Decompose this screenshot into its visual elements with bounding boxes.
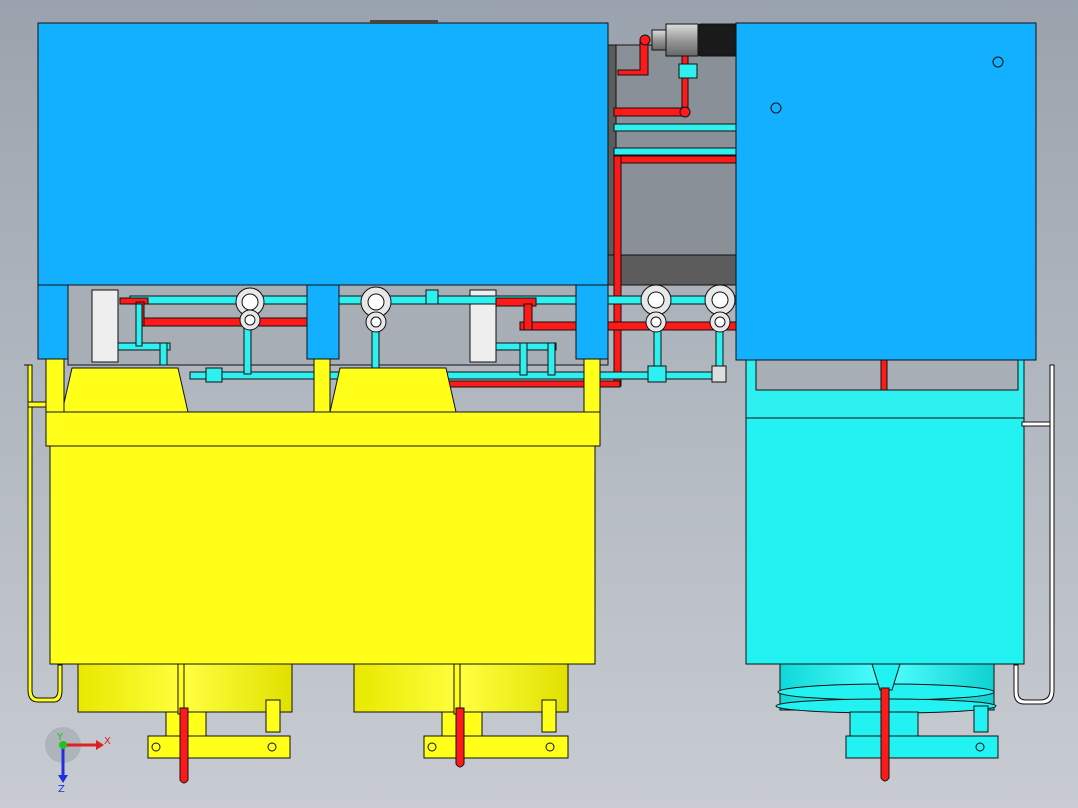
hopper-right — [329, 367, 457, 413]
cold-pipe-horizontal-1 — [613, 123, 739, 132]
panel-leg-1 — [37, 284, 69, 360]
right-blue-panel[interactable] — [735, 22, 1037, 361]
hot-pipe-horizontal-2 — [613, 155, 739, 164]
valve-body-2 — [647, 365, 667, 383]
bolt-post-1 — [265, 699, 281, 733]
motor-housing — [665, 23, 699, 57]
cyan-bolt-post — [973, 705, 989, 733]
center-frame-body — [607, 44, 741, 286]
nozzle-ring-8 — [709, 311, 731, 333]
hot-pipe-vertical-main — [613, 155, 622, 387]
elbow-gray — [711, 365, 727, 383]
panel-leg-3 — [575, 284, 609, 360]
mount-plate-left — [91, 289, 119, 363]
bolt-post-2 — [541, 699, 557, 733]
right-panel-body — [735, 22, 1037, 361]
drain-pipe-left — [179, 707, 189, 784]
pipe-elbow-2 — [639, 34, 651, 46]
hot-header-6 — [523, 303, 533, 331]
yellow-tank — [45, 411, 601, 447]
cold-riser-elbow — [425, 289, 439, 305]
cyan-foot-bolt — [975, 742, 985, 752]
nozzle-ring-6 — [645, 311, 667, 333]
right-rail-bracket — [1021, 421, 1051, 427]
cold-drop-4 — [547, 342, 556, 376]
left-panel-top-tab — [370, 20, 438, 24]
cyan-drain-pipe — [880, 687, 890, 782]
cyan-foot — [845, 735, 999, 759]
hopper-left — [61, 367, 189, 413]
foot-bolt-3 — [427, 742, 437, 752]
cold-drop-7 — [159, 342, 168, 366]
yellow-post-left — [177, 663, 185, 715]
panel-leg-2 — [306, 284, 340, 360]
motor-body — [697, 23, 741, 57]
hot-header-4 — [519, 321, 737, 331]
cold-drop-3 — [519, 342, 528, 376]
left-panel-body — [37, 22, 609, 286]
nozzle-ring-7 — [704, 284, 736, 316]
yellow-cylinder-left — [77, 663, 293, 713]
foot-bolt-1 — [151, 742, 161, 752]
hot-header-2 — [139, 317, 311, 327]
center-frame[interactable] — [607, 44, 741, 286]
z-axis-label: Z — [58, 784, 65, 795]
cold-drop-1 — [243, 325, 252, 375]
yellow-cylinder-right — [353, 663, 569, 713]
yellow-post-right — [453, 663, 461, 715]
yellow-tank-main — [49, 445, 596, 665]
nozzle-ring-5 — [640, 284, 672, 316]
nozzle-ring-2 — [239, 309, 261, 331]
center-frame-base — [607, 254, 741, 286]
cold-drop-8 — [135, 303, 143, 347]
motor-coupling — [651, 29, 667, 51]
foot-bolt-4 — [545, 742, 555, 752]
left-blue-panel[interactable] — [37, 20, 609, 286]
drain-pipe-right — [455, 707, 465, 768]
hot-pipe-horizontal-1 — [613, 107, 689, 117]
x-axis-label: X — [104, 736, 111, 747]
cyan-tank-main — [745, 417, 1025, 665]
rail-bracket — [27, 401, 49, 408]
cyan-feed-pipe — [880, 359, 888, 391]
nozzle-ring-4 — [365, 311, 387, 333]
y-axis-label: Y — [56, 732, 64, 743]
foot-bolt-2 — [267, 742, 277, 752]
pipe-elbow-1 — [679, 106, 691, 118]
valve-cross — [678, 63, 698, 79]
valve-body-1 — [205, 367, 223, 383]
cad-viewport[interactable]: X Y Z — [0, 0, 1078, 808]
cold-pipe-horizontal-2 — [613, 147, 739, 156]
